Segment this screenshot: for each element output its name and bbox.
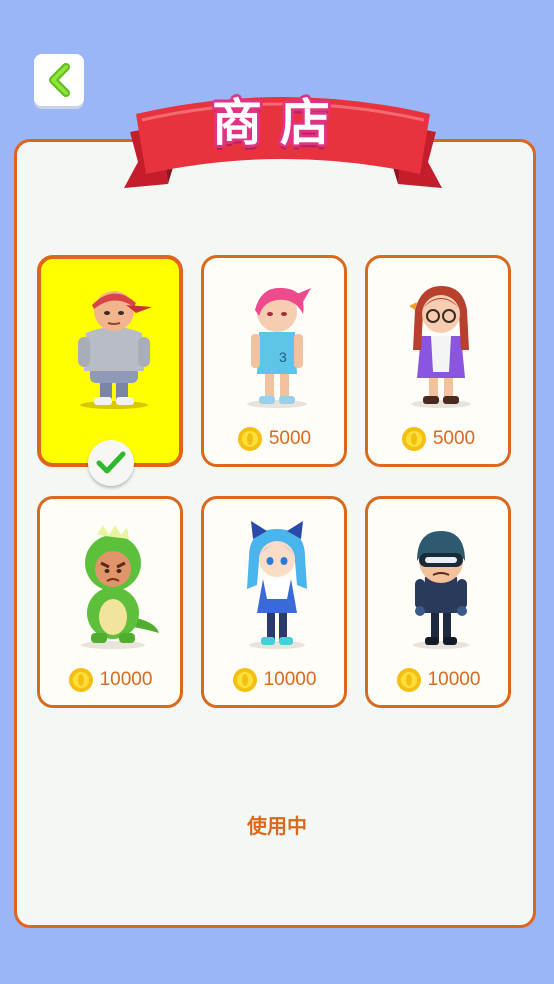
character-dino-costume-boy <box>81 525 159 649</box>
coin-icon <box>396 668 421 692</box>
shop-item-boy-cap-hoodie[interactable] <box>37 255 183 467</box>
shop-item-dino-costume-boy[interactable]: 10000 <box>37 496 183 708</box>
page-title: 商店 <box>212 94 348 152</box>
price-value: 5000 <box>268 428 312 449</box>
back-button[interactable] <box>34 54 84 106</box>
shop-item-girl-pink-hair[interactable]: 3 5000 <box>201 255 347 467</box>
coin-icon <box>68 668 93 692</box>
character-girl-pink-hair: 3 <box>247 287 311 408</box>
shop-item-cat-ear-girl[interactable]: 10000 <box>201 496 347 708</box>
character-boy-cap-hoodie <box>78 291 152 409</box>
equip-status-label: 使用中 <box>247 814 307 838</box>
selected-check-badge <box>88 440 134 486</box>
price-tag: 5000 <box>368 424 508 454</box>
price-value: 10000 <box>99 669 153 690</box>
character-cat-ear-girl <box>247 521 307 649</box>
svg-text:3: 3 <box>279 349 287 365</box>
shop-item-girl-glasses[interactable]: 5000 <box>365 255 511 467</box>
shop-item-helmet-rider[interactable]: 10000 <box>365 496 511 708</box>
coin-icon <box>232 668 257 692</box>
coin-icon <box>401 427 426 451</box>
price-value: 5000 <box>432 428 476 449</box>
chevron-left-icon <box>49 63 70 97</box>
price-tag: 10000 <box>204 665 344 695</box>
price-tag: 10000 <box>40 665 180 695</box>
character-helmet-rider <box>413 531 469 649</box>
price-tag: 10000 <box>368 665 508 695</box>
coin-icon <box>237 427 262 451</box>
checkmark-icon <box>96 451 126 474</box>
price-value: 10000 <box>263 669 317 690</box>
character-girl-glasses <box>409 286 471 408</box>
price-tag: 5000 <box>204 424 344 454</box>
price-value: 10000 <box>427 669 481 690</box>
